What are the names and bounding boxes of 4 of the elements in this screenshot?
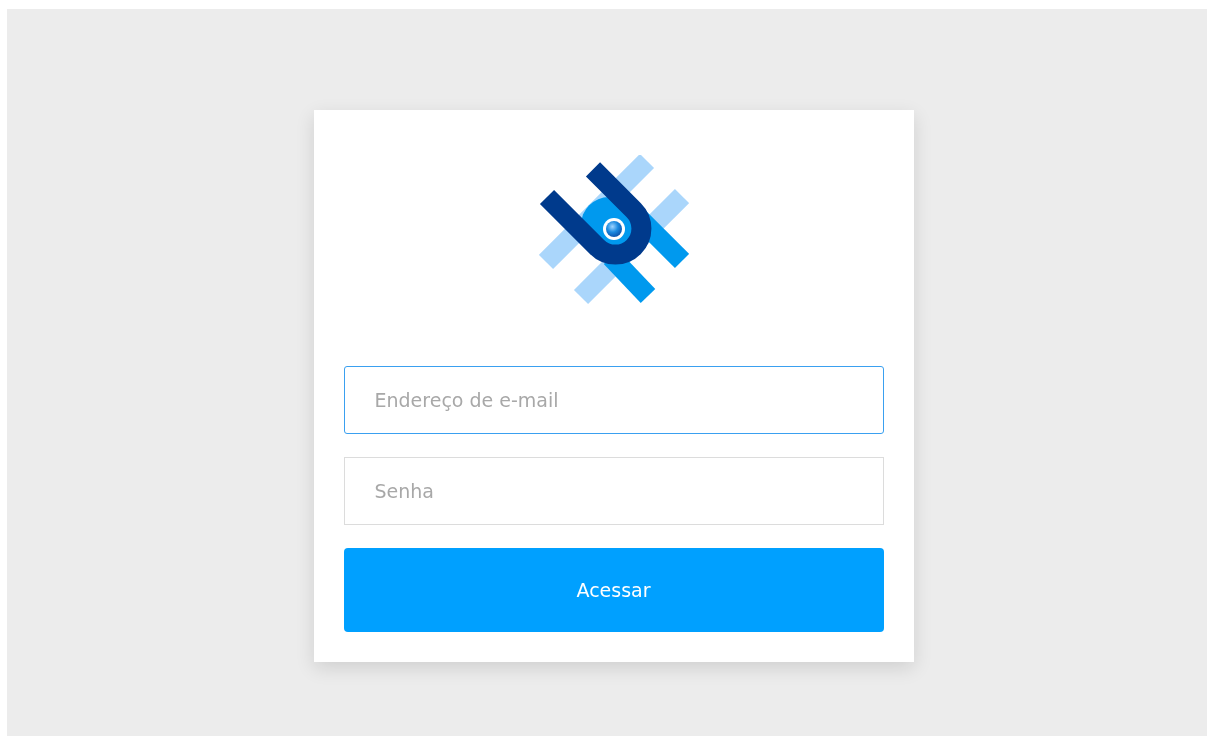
login-button[interactable]: Acessar <box>343 548 884 632</box>
logo-icon <box>538 155 689 305</box>
email-field[interactable]: Endereço de e-mail <box>343 366 884 434</box>
password-field[interactable]: Senha <box>343 457 884 525</box>
